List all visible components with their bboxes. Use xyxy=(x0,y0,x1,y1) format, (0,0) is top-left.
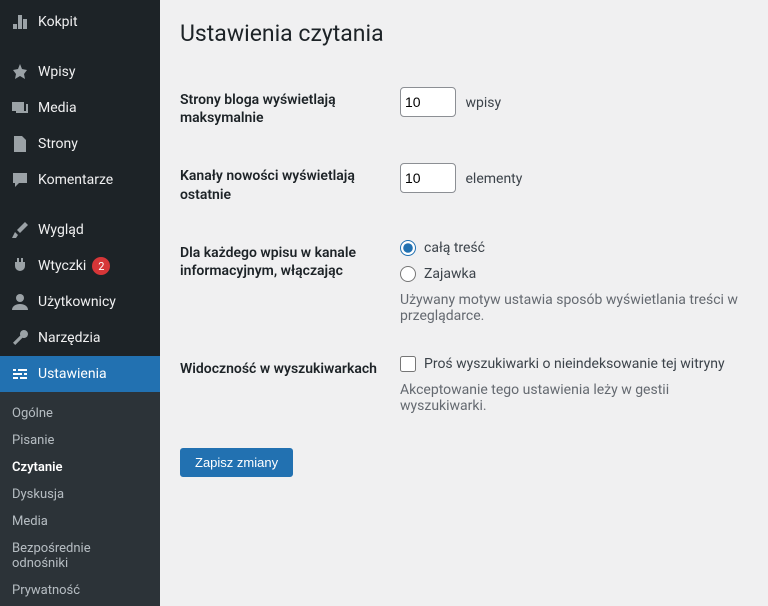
pages-icon xyxy=(10,134,30,154)
feed-items-suffix: elementy xyxy=(465,171,522,187)
sidebar-item-plugins[interactable]: Wtyczki 2 xyxy=(0,248,160,284)
blog-posts-suffix: wpisy xyxy=(465,95,501,111)
sidebar-item-label: Użytkownicy xyxy=(38,294,116,310)
main-content: Ustawienia czytania Strony bloga wyświet… xyxy=(160,0,768,606)
sidebar-item-label: Ustawienia xyxy=(38,366,107,382)
settings-submenu: Ogólne Pisanie Czytanie Dyskusja Media B… xyxy=(0,392,160,606)
feed-items-label: Kanały nowości wyświetlają ostatnie xyxy=(180,147,390,223)
sidebar-item-posts[interactable]: Wpisy xyxy=(0,54,160,90)
visibility-label: Widoczność w wyszukiwarkach xyxy=(180,340,390,430)
sidebar-item-label: Wtyczki xyxy=(38,258,86,274)
comment-icon xyxy=(10,170,30,190)
sidebar-item-comments[interactable]: Komentarze xyxy=(0,162,160,198)
user-icon xyxy=(10,292,30,312)
sidebar-item-media[interactable]: Media xyxy=(0,90,160,126)
submenu-reading[interactable]: Czytanie xyxy=(0,454,160,481)
feed-summary-radio[interactable] xyxy=(400,266,416,282)
blog-posts-label: Strony bloga wyświetlają maksymalnie xyxy=(180,71,390,147)
plugin-icon xyxy=(10,256,30,276)
feed-full-radio[interactable] xyxy=(400,240,416,256)
sidebar-item-label: Komentarze xyxy=(38,172,113,188)
submenu-writing[interactable]: Pisanie xyxy=(0,427,160,454)
media-icon xyxy=(10,98,30,118)
visibility-checkbox[interactable] xyxy=(400,356,416,372)
sidebar-item-label: Media xyxy=(38,100,77,116)
feed-items-input[interactable] xyxy=(400,163,456,193)
feed-content-desc: Używany motyw ustawia sposób wyświetlani… xyxy=(400,292,738,324)
submenu-media[interactable]: Media xyxy=(0,508,160,535)
visibility-check-label: Proś wyszukiwarki o nieindeksowanie tej … xyxy=(424,356,725,372)
plugins-badge: 2 xyxy=(92,257,110,275)
wrench-icon xyxy=(10,328,30,348)
sidebar-item-pages[interactable]: Strony xyxy=(0,126,160,162)
submenu-permalinks[interactable]: Bezpośrednie odnośniki xyxy=(0,535,160,577)
feed-content-label: Dla każdego wpisu w kanale informacyjnym… xyxy=(180,224,390,340)
sidebar-item-label: Kokpit xyxy=(38,14,78,30)
sidebar-item-label: Wygląd xyxy=(38,222,84,238)
submenu-discussion[interactable]: Dyskusja xyxy=(0,481,160,508)
dashboard-icon xyxy=(10,12,30,32)
pin-icon xyxy=(10,62,30,82)
sidebar-item-label: Strony xyxy=(38,136,78,152)
admin-sidebar: Kokpit Wpisy Media Strony Komentarze Wyg… xyxy=(0,0,160,606)
sidebar-item-users[interactable]: Użytkownicy xyxy=(0,284,160,320)
sidebar-item-tools[interactable]: Narzędzia xyxy=(0,320,160,356)
sidebar-item-dashboard[interactable]: Kokpit xyxy=(0,4,160,40)
sidebar-item-label: Narzędzia xyxy=(38,330,100,346)
sidebar-item-label: Wpisy xyxy=(38,64,76,80)
brush-icon xyxy=(10,220,30,240)
page-title: Ustawienia czytania xyxy=(180,20,748,47)
sliders-icon xyxy=(10,364,30,384)
sidebar-item-settings[interactable]: Ustawienia xyxy=(0,356,160,392)
save-button[interactable]: Zapisz zmiany xyxy=(180,448,293,477)
feed-full-label: całą treść xyxy=(424,240,485,256)
visibility-desc: Akceptowanie tego ustawienia leży w gest… xyxy=(400,382,738,414)
submenu-general[interactable]: Ogólne xyxy=(0,400,160,427)
blog-posts-input[interactable] xyxy=(400,87,456,117)
feed-summary-label: Zajawka xyxy=(424,266,476,282)
submenu-privacy[interactable]: Prywatność xyxy=(0,577,160,604)
sidebar-item-appearance[interactable]: Wygląd xyxy=(0,212,160,248)
